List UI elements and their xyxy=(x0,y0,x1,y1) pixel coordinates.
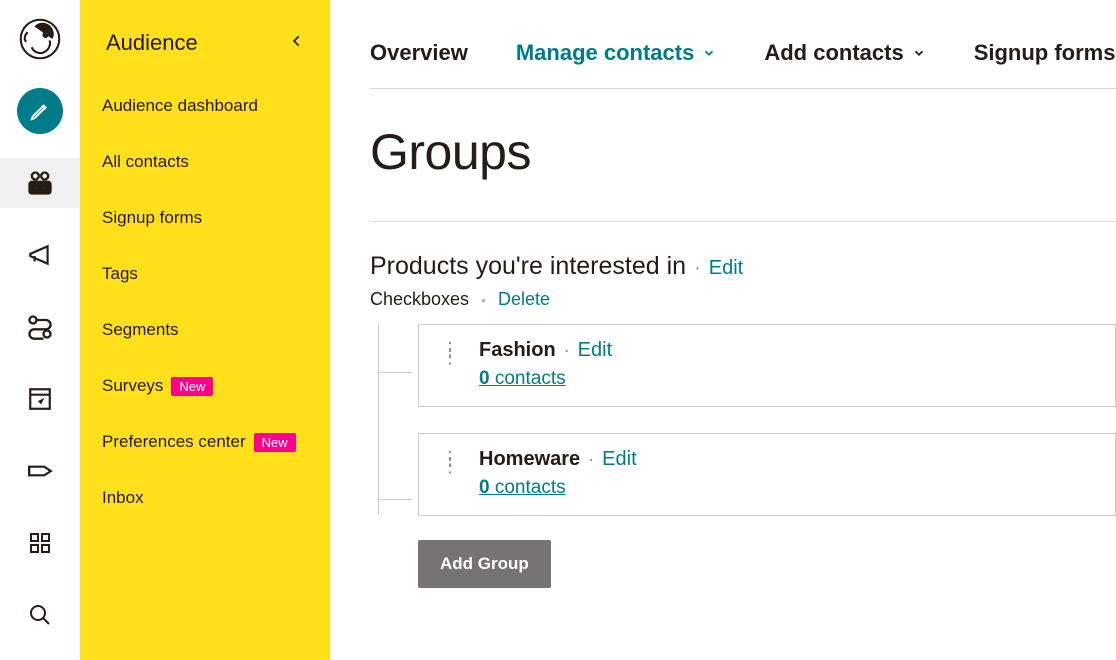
contacts-label: contacts xyxy=(495,368,566,389)
group-contacts-link[interactable]: 0 contacts xyxy=(479,477,637,499)
sidebar-item-label: Surveys xyxy=(102,376,163,396)
tab-add-contacts[interactable]: Add contacts xyxy=(764,40,925,66)
chevron-down-icon xyxy=(912,46,926,60)
edit-group-link[interactable]: Edit xyxy=(578,339,612,362)
delete-category-link[interactable]: Delete xyxy=(498,289,550,310)
sidebar-item-surveys[interactable]: Surveys New xyxy=(102,376,310,396)
sidebar-item-signup-forms[interactable]: Signup forms xyxy=(102,208,310,228)
tab-bar: Overview Manage contacts Add contacts Si… xyxy=(370,40,1116,89)
sidebar-item-preferences-center[interactable]: Preferences center New xyxy=(102,432,310,452)
search-rail-icon[interactable] xyxy=(10,590,70,640)
new-badge: New xyxy=(171,377,213,396)
audience-rail-icon[interactable] xyxy=(0,158,80,208)
contacts-count: 0 xyxy=(479,477,490,498)
separator-dot: · xyxy=(564,340,570,361)
drag-handle-icon[interactable]: ⋮⋮ xyxy=(441,345,461,361)
tree-connector xyxy=(378,372,412,373)
page-title: Groups xyxy=(370,123,1116,181)
separator-dot: · xyxy=(694,257,701,280)
group-name: Homeware xyxy=(479,448,580,471)
tab-overview[interactable]: Overview xyxy=(370,40,468,66)
sidebar-item-segments[interactable]: Segments xyxy=(102,320,310,340)
divider xyxy=(370,221,1116,222)
sidebar-title: Audience xyxy=(106,30,198,56)
chevron-down-icon xyxy=(702,46,716,60)
sidebar-item-label: Signup forms xyxy=(102,208,202,228)
edit-category-link[interactable]: Edit xyxy=(709,257,743,280)
tab-manage-contacts[interactable]: Manage contacts xyxy=(516,40,717,66)
category-type: Checkboxes xyxy=(370,289,469,310)
sidebar-item-label: Segments xyxy=(102,320,179,340)
mailchimp-logo-icon[interactable] xyxy=(10,14,70,64)
sidebar-item-label: Tags xyxy=(102,264,138,284)
tab-label: Signup forms xyxy=(974,40,1116,66)
tab-label: Manage contacts xyxy=(516,40,695,66)
edit-group-link[interactable]: Edit xyxy=(602,448,636,471)
website-rail-icon[interactable] xyxy=(10,374,70,424)
group-contacts-link[interactable]: 0 contacts xyxy=(479,368,612,390)
separator-dot: · xyxy=(588,449,594,470)
tab-label: Overview xyxy=(370,40,468,66)
sidebar-item-label: Preferences center xyxy=(102,432,246,452)
sidebar-item-label: Inbox xyxy=(102,488,144,508)
audience-sidebar: Audience Audience dashboard All contacts… xyxy=(80,0,330,660)
tree-connector xyxy=(378,499,412,500)
group-card: ⋮⋮ Homeware · Edit 0 contacts xyxy=(418,433,1116,516)
sidebar-item-label: All contacts xyxy=(102,152,189,172)
new-badge: New xyxy=(254,433,296,452)
group-category-title: Products you're interested in xyxy=(370,252,686,281)
contacts-count: 0 xyxy=(479,368,490,389)
tab-signup-forms[interactable]: Signup forms xyxy=(974,40,1116,66)
sidebar-item-all-contacts[interactable]: All contacts xyxy=(102,152,310,172)
group-name: Fashion xyxy=(479,339,556,362)
sidebar-item-label: Audience dashboard xyxy=(102,96,258,116)
drag-handle-icon[interactable]: ⋮⋮ xyxy=(441,454,461,470)
create-icon[interactable] xyxy=(10,86,70,136)
tree-connector xyxy=(378,324,412,514)
campaigns-rail-icon[interactable] xyxy=(10,230,70,280)
group-card: ⋮⋮ Fashion · Edit 0 contacts xyxy=(418,324,1116,407)
separator-dot: • xyxy=(481,292,486,308)
contacts-label: contacts xyxy=(495,477,566,498)
tab-label: Add contacts xyxy=(764,40,903,66)
sidebar-item-tags[interactable]: Tags xyxy=(102,264,310,284)
integrations-rail-icon[interactable] xyxy=(10,518,70,568)
add-group-button[interactable]: Add Group xyxy=(418,540,551,588)
automations-rail-icon[interactable] xyxy=(10,302,70,352)
sidebar-item-audience-dashboard[interactable]: Audience dashboard xyxy=(102,96,310,116)
content-rail-icon[interactable] xyxy=(10,446,70,496)
sidebar-item-inbox[interactable]: Inbox xyxy=(102,488,310,508)
collapse-sidebar-icon[interactable] xyxy=(290,34,304,53)
